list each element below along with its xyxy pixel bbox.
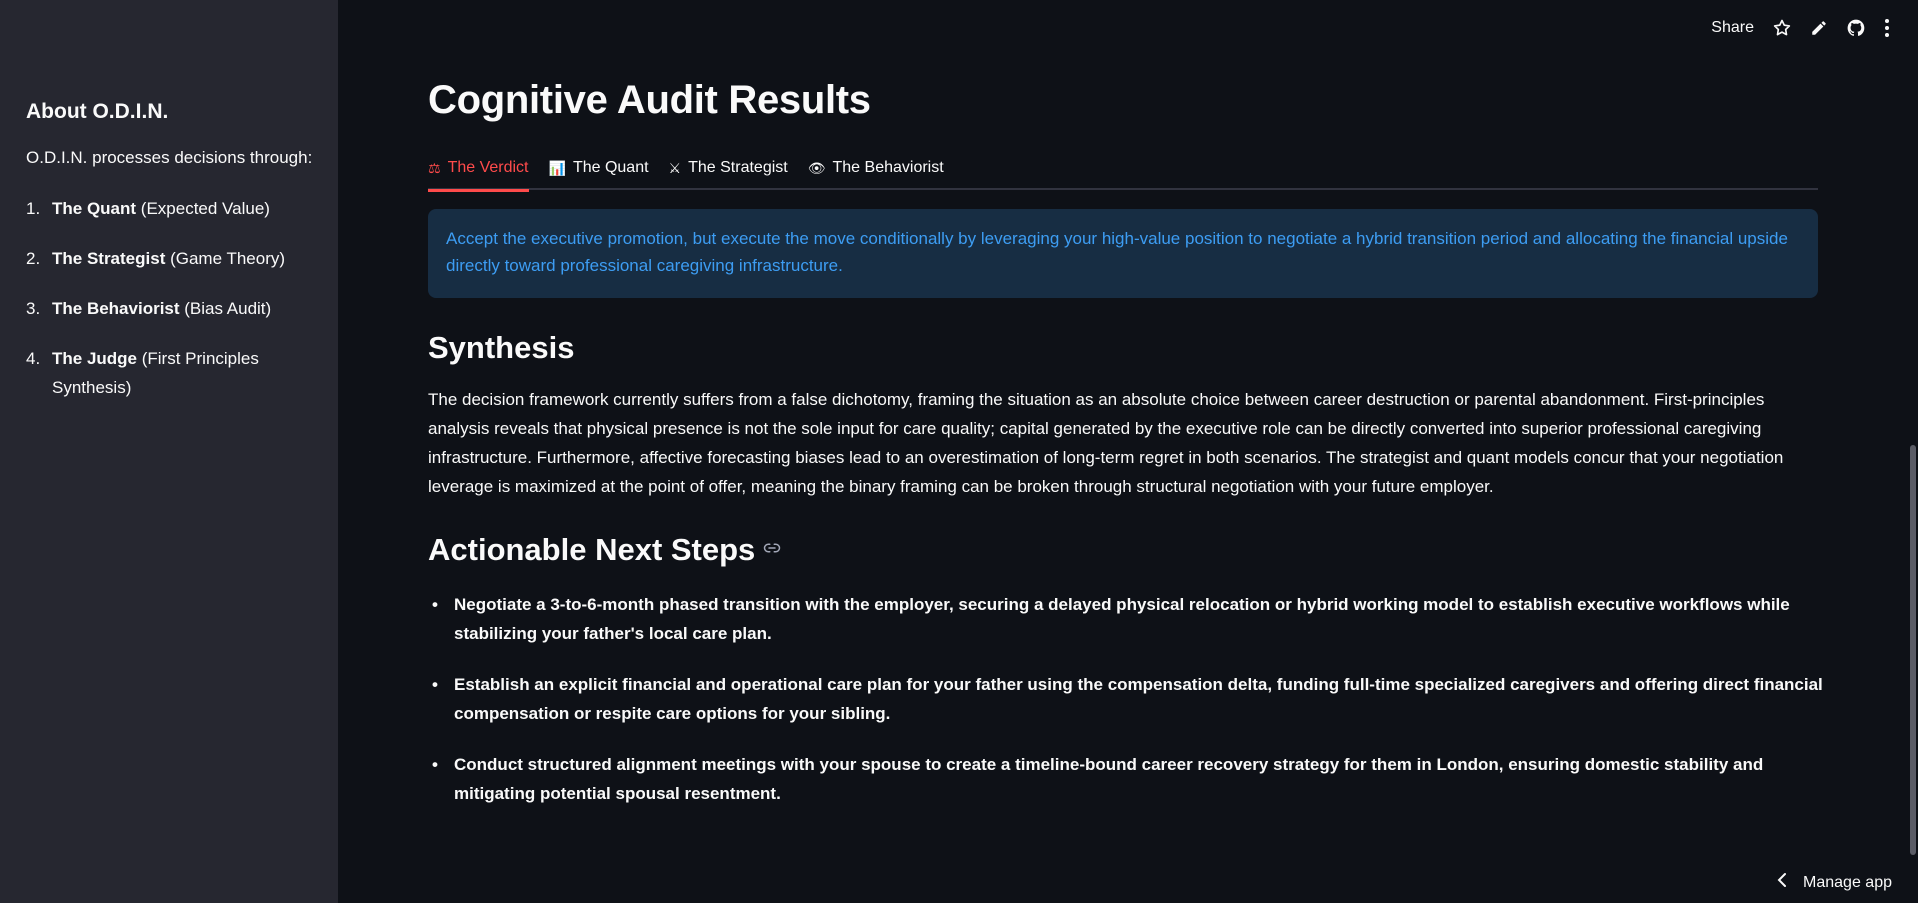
step-text: Conduct structured alignment meetings wi… (454, 755, 1764, 803)
tab-strategist[interactable]: ⚔ The Strategist (669, 152, 788, 190)
manage-app-button[interactable]: Manage app (1777, 872, 1892, 893)
sidebar-intro: O.D.I.N. processes decisions through: (26, 148, 313, 167)
list-number: 3. (26, 299, 41, 318)
scrollbar-thumb[interactable] (1910, 445, 1916, 855)
sidebar-item-desc: (Game Theory) (165, 249, 286, 268)
list-number: 2. (26, 249, 41, 268)
synthesis-heading: Synthesis (428, 330, 575, 365)
next-steps-heading-text: Actionable Next Steps (428, 532, 756, 567)
next-steps-heading: Actionable Next Steps (428, 532, 781, 568)
scrollbar[interactable] (1910, 0, 1918, 903)
sidebar-item-desc: (Bias Audit) (179, 299, 272, 318)
github-icon[interactable] (1846, 18, 1866, 38)
main-content: Cognitive Audit Results ⚖ The Verdict 📊 … (338, 0, 1918, 903)
bullet: • (432, 595, 438, 614)
share-button[interactable]: Share (1711, 19, 1754, 37)
sidebar-title: About O.D.I.N. (26, 100, 169, 123)
sidebar-item-judge: 4. The Judge (First Principles Synthesis… (26, 344, 316, 402)
tab-label: The Verdict (447, 159, 529, 176)
chevron-left-icon (1777, 872, 1787, 893)
list-number: 4. (26, 349, 41, 368)
sidebar-item-desc: (Expected Value) (136, 199, 270, 218)
kebab-menu-icon[interactable] (1884, 18, 1890, 38)
sidebar-item-label: The Behaviorist (52, 299, 180, 318)
step-text: Negotiate a 3-to-6-month phased transiti… (454, 595, 1790, 643)
app-root: About O.D.I.N. O.D.I.N. processes decisi… (0, 0, 1918, 903)
tab-behaviorist[interactable]: 👁 The Behaviorist (808, 152, 944, 190)
tab-label: The Quant (572, 159, 649, 176)
tab-bar: ⚖ The Verdict 📊 The Quant ⚔ The Strategi… (428, 152, 1818, 192)
tab-quant[interactable]: 📊 The Quant (549, 152, 649, 190)
header-toolbar: Share (1711, 18, 1890, 38)
scales-icon: ⚖ (428, 160, 441, 176)
sidebar-item-label: The Judge (52, 349, 138, 368)
eye-icon: 👁 (807, 160, 826, 176)
verdict-info-box: Accept the executive promotion, but exec… (428, 209, 1818, 298)
manage-app-label: Manage app (1803, 873, 1892, 891)
tab-verdict[interactable]: ⚖ The Verdict (428, 152, 529, 192)
list-item: • Conduct structured alignment meetings … (428, 750, 1823, 808)
sidebar-list: 1. The Quant (Expected Value) 2. The Str… (26, 194, 316, 423)
bullet: • (432, 755, 438, 774)
pencil-icon[interactable] (1810, 19, 1828, 37)
sidebar: About O.D.I.N. O.D.I.N. processes decisi… (0, 0, 338, 903)
tab-label: The Behaviorist (832, 159, 944, 176)
anchor-link-icon[interactable] (763, 539, 781, 562)
star-icon[interactable] (1772, 18, 1792, 38)
list-item: • Establish an explicit financial and op… (428, 670, 1823, 728)
crossed-swords-icon: ⚔ (668, 160, 682, 176)
tab-label: The Strategist (688, 159, 788, 176)
bullet: • (432, 675, 438, 694)
next-steps-list: • Negotiate a 3-to-6-month phased transi… (428, 590, 1823, 830)
sidebar-item-quant: 1. The Quant (Expected Value) (26, 194, 316, 223)
bar-chart-icon: 📊 (548, 160, 566, 176)
synthesis-body: The decision framework currently suffers… (428, 390, 1784, 496)
sidebar-item-strategist: 2. The Strategist (Game Theory) (26, 244, 316, 273)
list-number: 1. (26, 199, 41, 218)
page-title: Cognitive Audit Results (428, 78, 871, 122)
sidebar-item-behaviorist: 3. The Behaviorist (Bias Audit) (26, 294, 316, 323)
list-item: • Negotiate a 3-to-6-month phased transi… (428, 590, 1823, 648)
step-text: Establish an explicit financial and oper… (454, 675, 1823, 723)
sidebar-item-label: The Strategist (52, 249, 166, 268)
sidebar-item-label: The Quant (52, 199, 137, 218)
